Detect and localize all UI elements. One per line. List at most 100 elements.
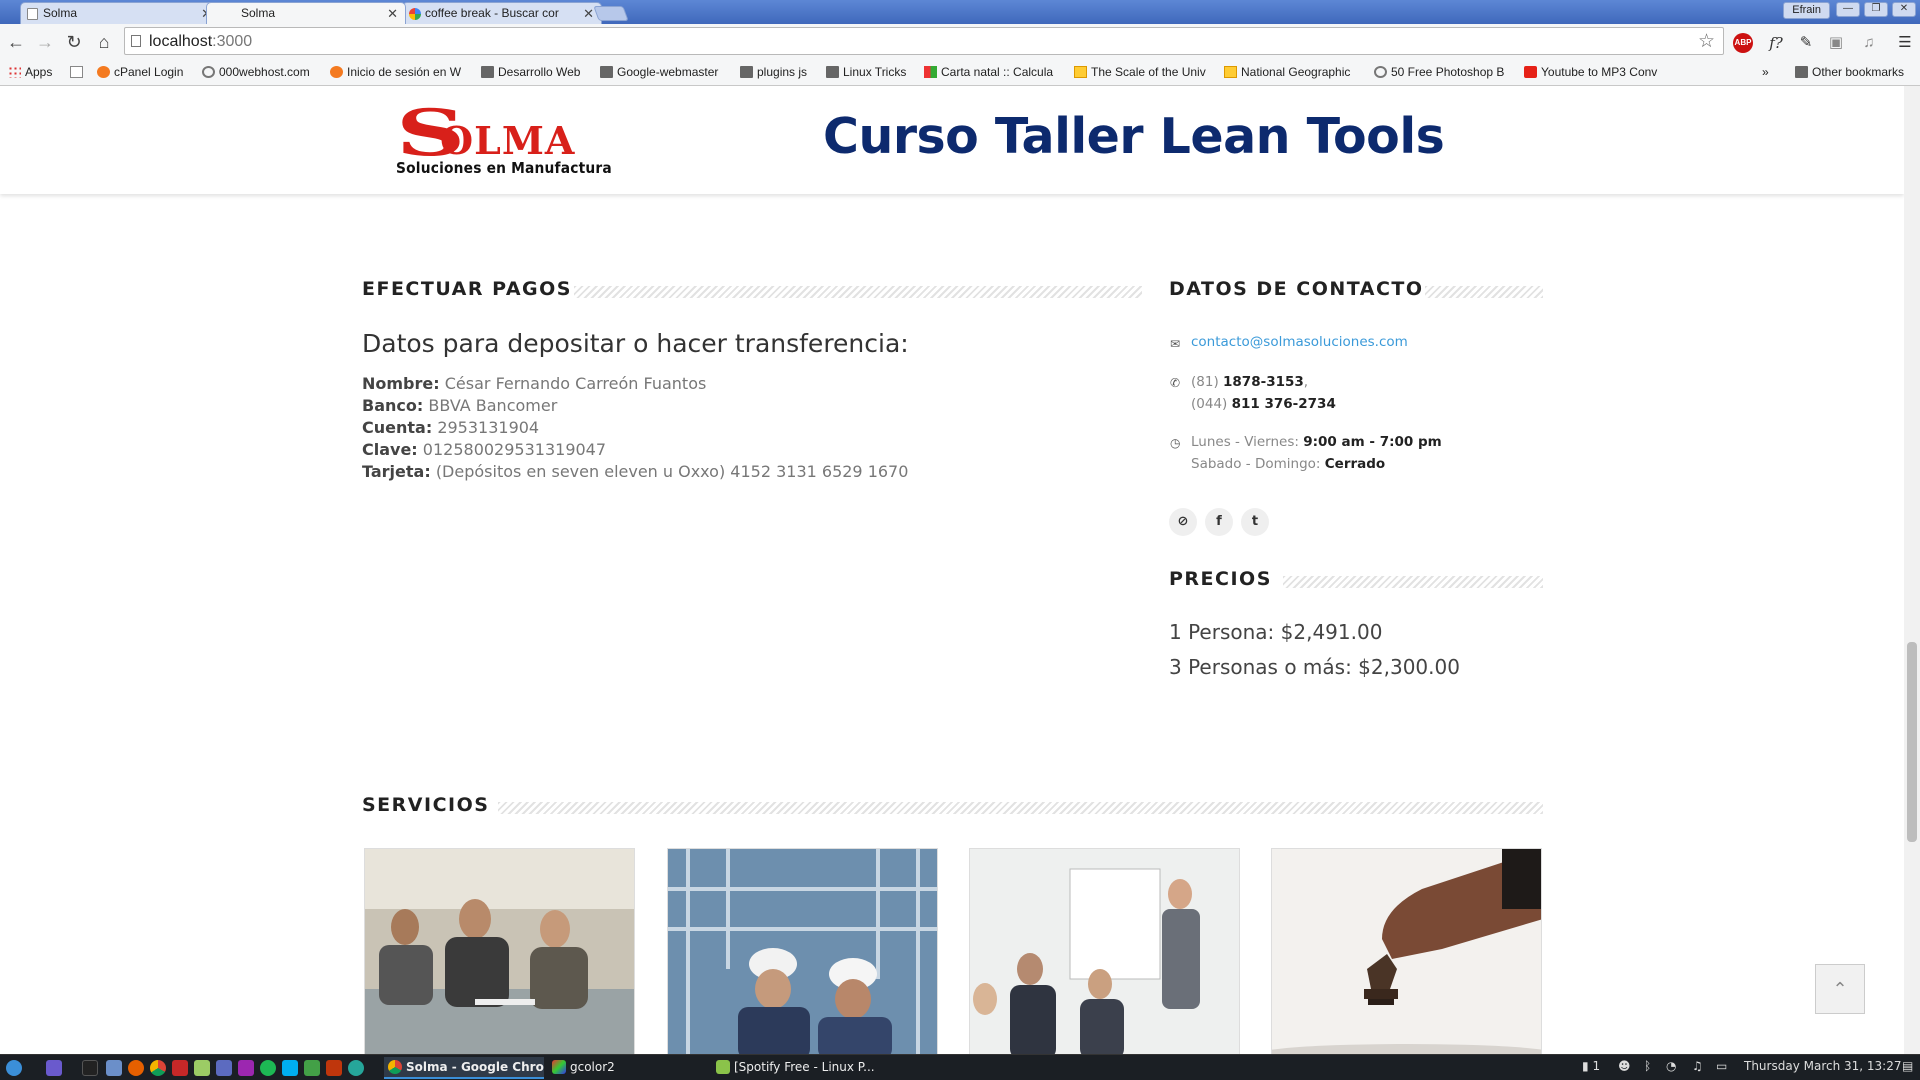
restore-button[interactable]: ❐ bbox=[1864, 2, 1888, 17]
folder-icon bbox=[481, 66, 494, 78]
contact-email[interactable]: contacto@solmasoluciones.com bbox=[1191, 331, 1408, 353]
bookmark-photoshop[interactable]: 50 Free Photoshop B bbox=[1374, 64, 1504, 80]
envelope-icon: ✉ bbox=[1170, 337, 1181, 351]
extension-icon-2[interactable]: ♫ bbox=[1858, 32, 1880, 54]
bookmark-youtube-mp3[interactable]: Youtube to MP3 Conv bbox=[1524, 64, 1657, 80]
taskbar-window-gcolor2[interactable]: gcolor2 bbox=[548, 1057, 708, 1079]
edit-extension-icon[interactable]: ✎ bbox=[1795, 32, 1817, 54]
close-window-button[interactable]: ✕ bbox=[1892, 2, 1916, 17]
bookmark-linux-tricks[interactable]: Linux Tricks bbox=[826, 64, 906, 80]
taskbar-window-spotify[interactable]: [Spotify Free - Linux P... bbox=[712, 1057, 880, 1079]
logo-tagline: Soluciones en Manufactura bbox=[396, 159, 612, 177]
new-tab-button[interactable] bbox=[593, 6, 629, 21]
profile-button[interactable]: Efrain bbox=[1783, 2, 1830, 19]
bookmark-scale-universe[interactable]: The Scale of the Univ bbox=[1074, 64, 1206, 80]
list-item: Cuenta: 2953131904 bbox=[362, 418, 540, 437]
desktop-taskbar: Solma - Google Chro... gcolor2 [Spotify … bbox=[0, 1054, 1920, 1080]
other-bookmarks[interactable]: Other bookmarks bbox=[1795, 64, 1904, 80]
bookmark-carta-natal[interactable]: Carta natal :: Calcula bbox=[924, 64, 1053, 80]
bluetooth-icon[interactable]: ᛒ bbox=[1644, 1059, 1651, 1073]
app-icon-4[interactable] bbox=[348, 1060, 364, 1076]
heading-divider bbox=[498, 802, 1543, 814]
minimize-button[interactable]: — bbox=[1836, 2, 1860, 17]
tab-solma-2[interactable]: Solma ✕ bbox=[206, 2, 406, 24]
twitter-icon[interactable]: t bbox=[1241, 508, 1269, 536]
chat-icon: ▮ bbox=[1582, 1059, 1589, 1073]
adblock-icon[interactable]: ABP bbox=[1733, 33, 1753, 53]
contact-heading: DATOS DE CONTACTO bbox=[1169, 278, 1543, 302]
bookmark-inicio-sesion[interactable]: Inicio de sesión en W bbox=[330, 64, 461, 80]
battery-icon[interactable]: ▭ bbox=[1716, 1059, 1727, 1073]
close-icon[interactable]: ✕ bbox=[387, 3, 398, 24]
show-desktop-icon[interactable]: ▤ bbox=[1902, 1059, 1913, 1073]
page-scrollbar[interactable] bbox=[1904, 86, 1920, 1054]
extension-icon[interactable]: ▣ bbox=[1825, 32, 1847, 54]
page-icon bbox=[131, 35, 141, 47]
bookmark-google-webmaster[interactable]: Google-webmaster bbox=[600, 64, 718, 80]
vivaldi-icon[interactable] bbox=[172, 1060, 188, 1076]
music-icon[interactable]: ♫ bbox=[1692, 1059, 1703, 1073]
scrollbar-thumb[interactable] bbox=[1907, 642, 1917, 842]
taskbar-window-chrome[interactable]: Solma - Google Chro... bbox=[384, 1057, 544, 1079]
bookmark-apps[interactable]: Apps bbox=[8, 64, 52, 80]
gcolor-icon bbox=[552, 1060, 566, 1074]
facebook-icon[interactable]: f bbox=[1205, 508, 1233, 536]
close-icon[interactable]: ✕ bbox=[583, 3, 594, 24]
bookmark-national-geographic[interactable]: National Geographic bbox=[1224, 64, 1350, 80]
home-icon[interactable]: ⌂ bbox=[92, 30, 116, 54]
bookmark-cpanel[interactable]: cPanel Login bbox=[97, 64, 183, 80]
url-text[interactable]: localhost:3000 bbox=[149, 33, 252, 51]
file-manager-icon[interactable] bbox=[106, 1060, 122, 1076]
bookmarks-overflow-button[interactable]: » bbox=[1762, 64, 1769, 80]
google-icon bbox=[409, 8, 421, 20]
business-hours-weekend: Sabado - Domingo: Cerrado bbox=[1191, 456, 1386, 472]
natgeo-icon bbox=[1224, 66, 1237, 78]
bookmark-000webhost[interactable]: 000webhost.com bbox=[202, 64, 310, 80]
notifications-indicator[interactable]: ▮ 1 bbox=[1582, 1059, 1600, 1073]
tab-solma-1[interactable]: Solma ✕ bbox=[20, 2, 220, 24]
forward-icon[interactable]: → bbox=[33, 30, 57, 54]
bookmark-desarrollo-web[interactable]: Desarrollo Web bbox=[481, 64, 580, 80]
price-three-persons: 3 Personas o más: $2,300.00 bbox=[1169, 655, 1460, 679]
chrome-icon[interactable] bbox=[150, 1060, 166, 1076]
filezilla-icon[interactable] bbox=[326, 1060, 342, 1076]
bookmark-plugins-js[interactable]: plugins js bbox=[740, 64, 807, 80]
phone-icon: ✆ bbox=[1170, 376, 1181, 390]
tab-coffee-break[interactable]: coffee break - Buscar cor ✕ bbox=[402, 2, 602, 24]
taskbar-clock[interactable]: Thursday March 31, 13:27 bbox=[1744, 1059, 1902, 1073]
service-image-industrial-workers[interactable] bbox=[667, 848, 938, 1054]
desktop-icon[interactable] bbox=[46, 1060, 62, 1076]
service-image-presentation[interactable] bbox=[969, 848, 1240, 1054]
text-editor-icon[interactable] bbox=[194, 1060, 210, 1076]
logo-wordmark: OLMA bbox=[440, 118, 576, 163]
list-item: Banco: BBVA Bancomer bbox=[362, 396, 558, 415]
app-icon[interactable] bbox=[216, 1060, 232, 1076]
bookmark-star-icon[interactable]: ☆ bbox=[1698, 30, 1715, 53]
reload-icon[interactable]: ↻ bbox=[62, 30, 86, 54]
youtube-icon bbox=[1524, 66, 1537, 78]
address-bar[interactable]: localhost:3000 ☆ bbox=[124, 27, 1724, 55]
spotify-icon[interactable] bbox=[260, 1060, 276, 1076]
services-heading: SERVICIOS bbox=[362, 794, 1543, 818]
menu-icon[interactable]: ☰ bbox=[1894, 32, 1916, 54]
back-icon[interactable]: ← bbox=[4, 30, 28, 54]
system-menu-icon[interactable] bbox=[6, 1060, 22, 1076]
page-title: Curso Taller Lean Tools bbox=[823, 108, 1445, 165]
function-extension-icon[interactable]: f? bbox=[1765, 32, 1787, 54]
app-icon-2[interactable] bbox=[238, 1060, 254, 1076]
business-hours-weekdays: Lunes - Viernes: 9:00 am - 7:00 pm bbox=[1191, 434, 1442, 450]
firefox-icon[interactable] bbox=[128, 1060, 144, 1076]
terminal-icon[interactable] bbox=[82, 1060, 98, 1076]
user-icon[interactable]: ☻ bbox=[1618, 1059, 1631, 1073]
skype-icon[interactable] bbox=[282, 1060, 298, 1076]
scroll-to-top-button[interactable]: ⌃ bbox=[1815, 964, 1865, 1014]
wifi-icon[interactable]: ◔ bbox=[1666, 1059, 1676, 1073]
solma-logo[interactable]: S OLMA Soluciones en Manufactura bbox=[396, 102, 626, 178]
chrome-icon bbox=[388, 1060, 402, 1074]
bookmarks-bar: Apps cPanel Login 000webhost.com Inicio … bbox=[0, 60, 1920, 86]
service-image-business-meeting[interactable] bbox=[364, 848, 635, 1054]
website-icon[interactable]: ⊘ bbox=[1169, 508, 1197, 536]
app-icon-3[interactable] bbox=[304, 1060, 320, 1076]
tab-title: Solma bbox=[43, 6, 78, 20]
service-image-chess-strategy[interactable] bbox=[1271, 848, 1542, 1054]
